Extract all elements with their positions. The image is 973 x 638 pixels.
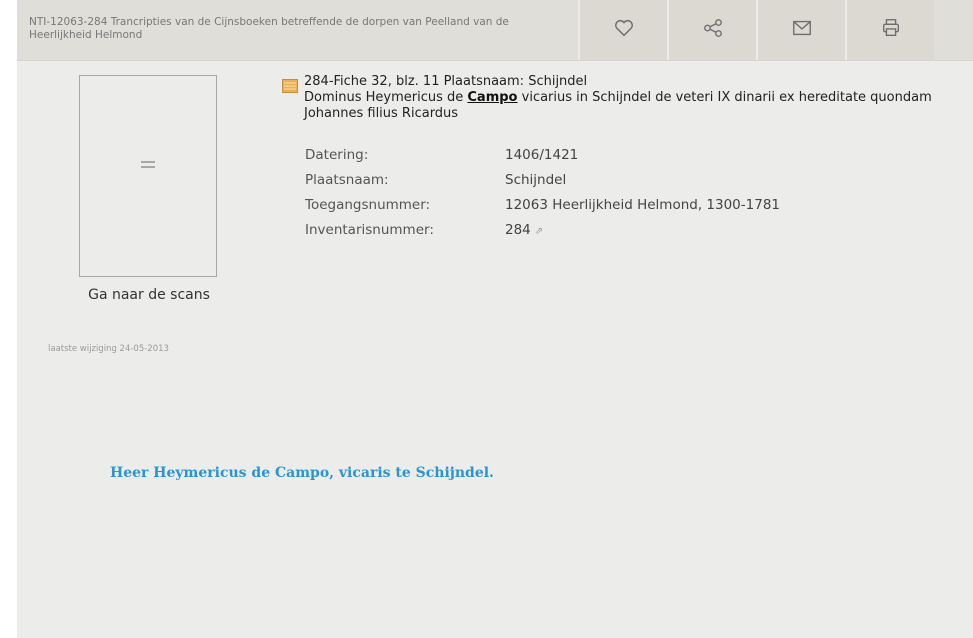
field-label: Plaatsnaam: (305, 172, 389, 188)
record-description: Dominus Heymericus de Campo vicarius in … (304, 90, 969, 122)
scan-placeholder-icon (141, 161, 155, 168)
last-modified: laatste wijziging 24-05-2013 (48, 344, 169, 354)
email-button[interactable] (756, 0, 845, 60)
record-description-start: Dominus Heymericus de (304, 90, 468, 105)
share-button[interactable] (667, 0, 756, 60)
field-inventarisnummer: Inventarisnummer: 284 ⇗ (305, 222, 780, 247)
field-value[interactable]: 12063 Heerlijkheid Helmond, 1300-1781 (505, 197, 780, 222)
record-heading: 284-Fiche 32, blz. 11 Plaatsnaam: Schijn… (304, 74, 969, 122)
campo-link[interactable]: Campo (467, 90, 517, 105)
field-label: Toegangsnummer: (305, 197, 431, 213)
document-icon (282, 79, 298, 93)
field-label: Inventarisnummer: (305, 222, 434, 238)
record-title: 284-Fiche 32, blz. 11 Plaatsnaam: Schijn… (304, 74, 588, 89)
field-toegangsnummer: Toegangsnummer: 12063 Heerlijkheid Helmo… (305, 197, 780, 222)
field-label: Datering: (305, 147, 369, 163)
mail-icon (791, 17, 813, 43)
inventory-number[interactable]: 284 (505, 222, 531, 238)
field-value: Schijndel (505, 172, 567, 188)
field-value: 1406/1421 (505, 147, 579, 163)
caption: Heer Heymericus de Campo, vicaris te Sch… (110, 465, 494, 481)
record-metadata: Datering: 1406/1421 Plaatsnaam: Schijnde… (305, 147, 780, 247)
field-plaatsnaam: Plaatsnaam: Schijndel (305, 172, 780, 197)
share-icon (702, 17, 724, 43)
page-frame: NTI-12063-284 Trancripties van de Cijnsb… (17, 0, 973, 638)
favorite-button[interactable] (578, 0, 667, 60)
field-value[interactable]: 284 ⇗ (505, 222, 543, 247)
breadcrumb: NTI-12063-284 Trancripties van de Cijnsb… (29, 16, 509, 41)
external-link-icon[interactable]: ⇗ (535, 226, 543, 237)
print-icon (880, 17, 902, 43)
heart-icon (613, 17, 635, 43)
top-bar: NTI-12063-284 Trancripties van de Cijnsb… (17, 0, 973, 61)
print-button[interactable] (845, 0, 934, 60)
scan-thumbnail[interactable] (79, 75, 217, 277)
field-datering: Datering: 1406/1421 (305, 147, 780, 172)
go-to-scans-link[interactable]: Ga naar de scans (69, 287, 229, 303)
